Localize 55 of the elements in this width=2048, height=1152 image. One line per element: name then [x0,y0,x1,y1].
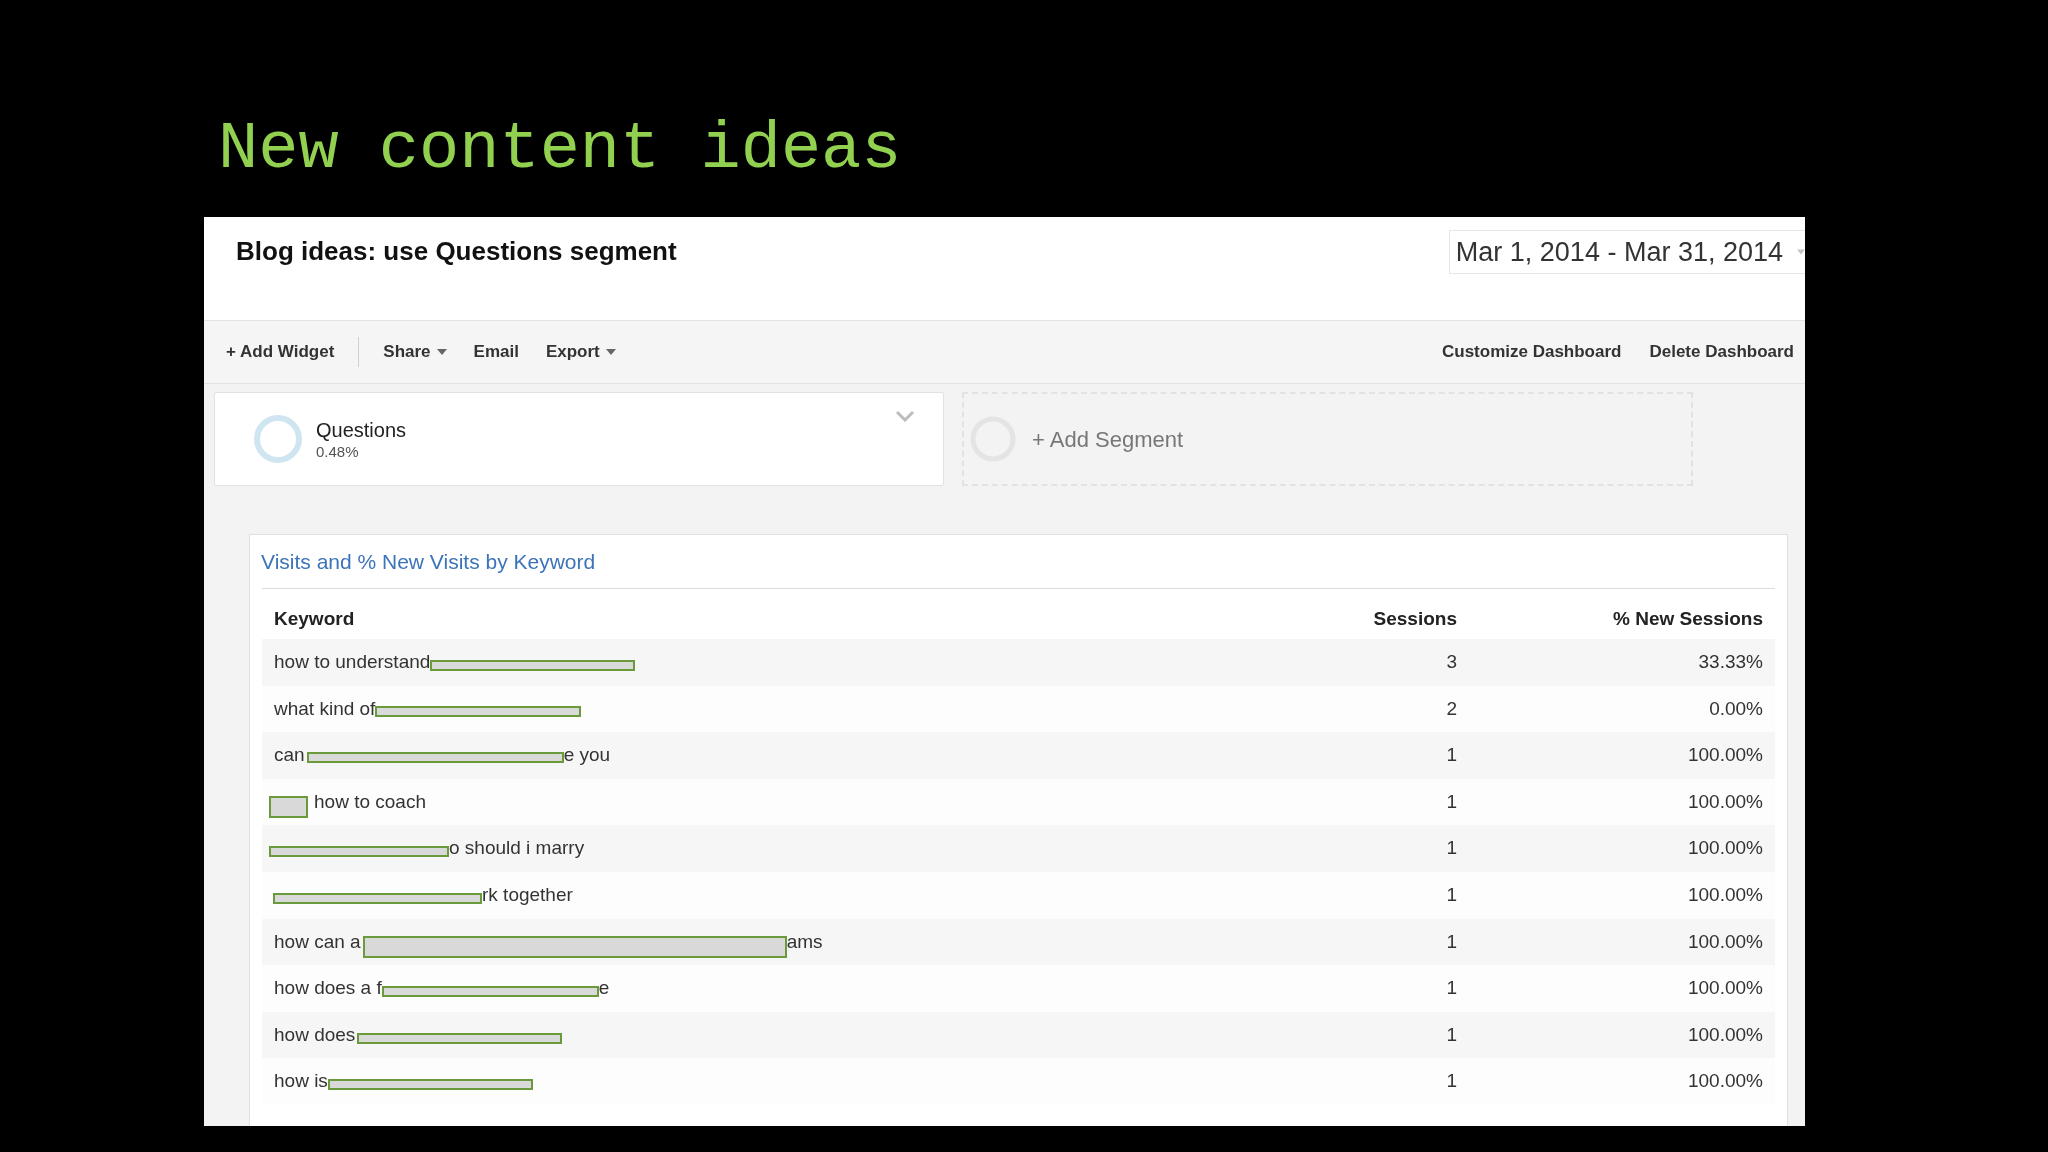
table-cell-text: 100.00% [1688,836,1763,861]
table-cell-text: 100.00% [1688,1069,1763,1094]
keyword-text: ams [786,929,823,954]
keyword-text: o should i marry [449,836,585,861]
column-header: Keyword [274,606,355,631]
keyword-text: rk together [482,883,573,907]
chevron-down-icon[interactable] [895,410,915,422]
keyword-text: can [274,743,305,768]
table-cell-text: 100.00% [1688,883,1763,907]
segment-share: 0.48% [316,441,360,461]
add-segment-button[interactable]: + Add Segment [962,392,1693,486]
slide-title: New content ideas [218,116,902,183]
table-cell-text: 100.00% [1688,789,1763,814]
keyword-text: how can a [274,929,361,954]
dashboard-title: Blog ideas: use Questions segment [236,236,677,266]
keyword-text: how does a f [274,976,382,1001]
table-cell-text: 0.00% [1709,696,1763,721]
table-cell-text: 1 [1446,836,1457,861]
toolbar-button[interactable]: + Add Widget [226,339,335,365]
table-cell-text: 1 [1446,789,1457,814]
table-cell-text: 100.00% [1688,976,1763,1001]
widget-title: Visits and % New Visits by Keyword [261,548,596,575]
table-cell-text: 1 [1446,1069,1457,1094]
table-cell-text: 1 [1446,976,1457,1001]
redaction-bar [269,796,308,819]
column-header: Sessions [1373,606,1457,631]
toolbar-button[interactable]: Customize Dashboard [1441,339,1622,365]
table-cell-text: 2 [1446,696,1457,721]
keyword-text: how to understand [274,650,431,675]
table-cell-text: 1 [1446,883,1457,907]
column-header: % New Sessions [1613,606,1763,631]
segment-name: Questions [316,417,408,442]
table-cell-text: 1 [1446,929,1457,954]
keyword-text: how does [274,1022,356,1047]
table-cell-text: 3 [1446,650,1457,675]
date-range-picker[interactable]: Mar 1, 2014 - Mar 31, 2014 [1448,230,1805,274]
table-cell-text: 33.33% [1698,650,1763,675]
ring-icon [254,415,302,463]
keyword-text: what kind of [274,696,376,721]
caret-down-icon [605,349,616,355]
caret-down-icon [1797,249,1805,255]
table-cell-text: 1 [1446,1022,1457,1047]
keyword-text: how to coach [314,789,426,814]
toolbar-button[interactable]: Delete Dashboard [1649,339,1794,365]
table-cell-text: 1 [1446,743,1457,768]
toolbar-menu-button[interactable]: Export [545,339,616,365]
toolbar-button[interactable]: Email [473,339,519,365]
toolbar-menu-button[interactable]: Share [383,339,447,365]
keyword-text: e you [563,743,611,768]
caret-down-icon [436,349,447,355]
table-cell-text: 100.00% [1688,929,1763,954]
keyword-text: how is [274,1069,328,1094]
keyword-text: e [598,976,610,1001]
table-cell-text: 100.00% [1688,743,1763,768]
table-cell-text: 100.00% [1688,1022,1763,1047]
